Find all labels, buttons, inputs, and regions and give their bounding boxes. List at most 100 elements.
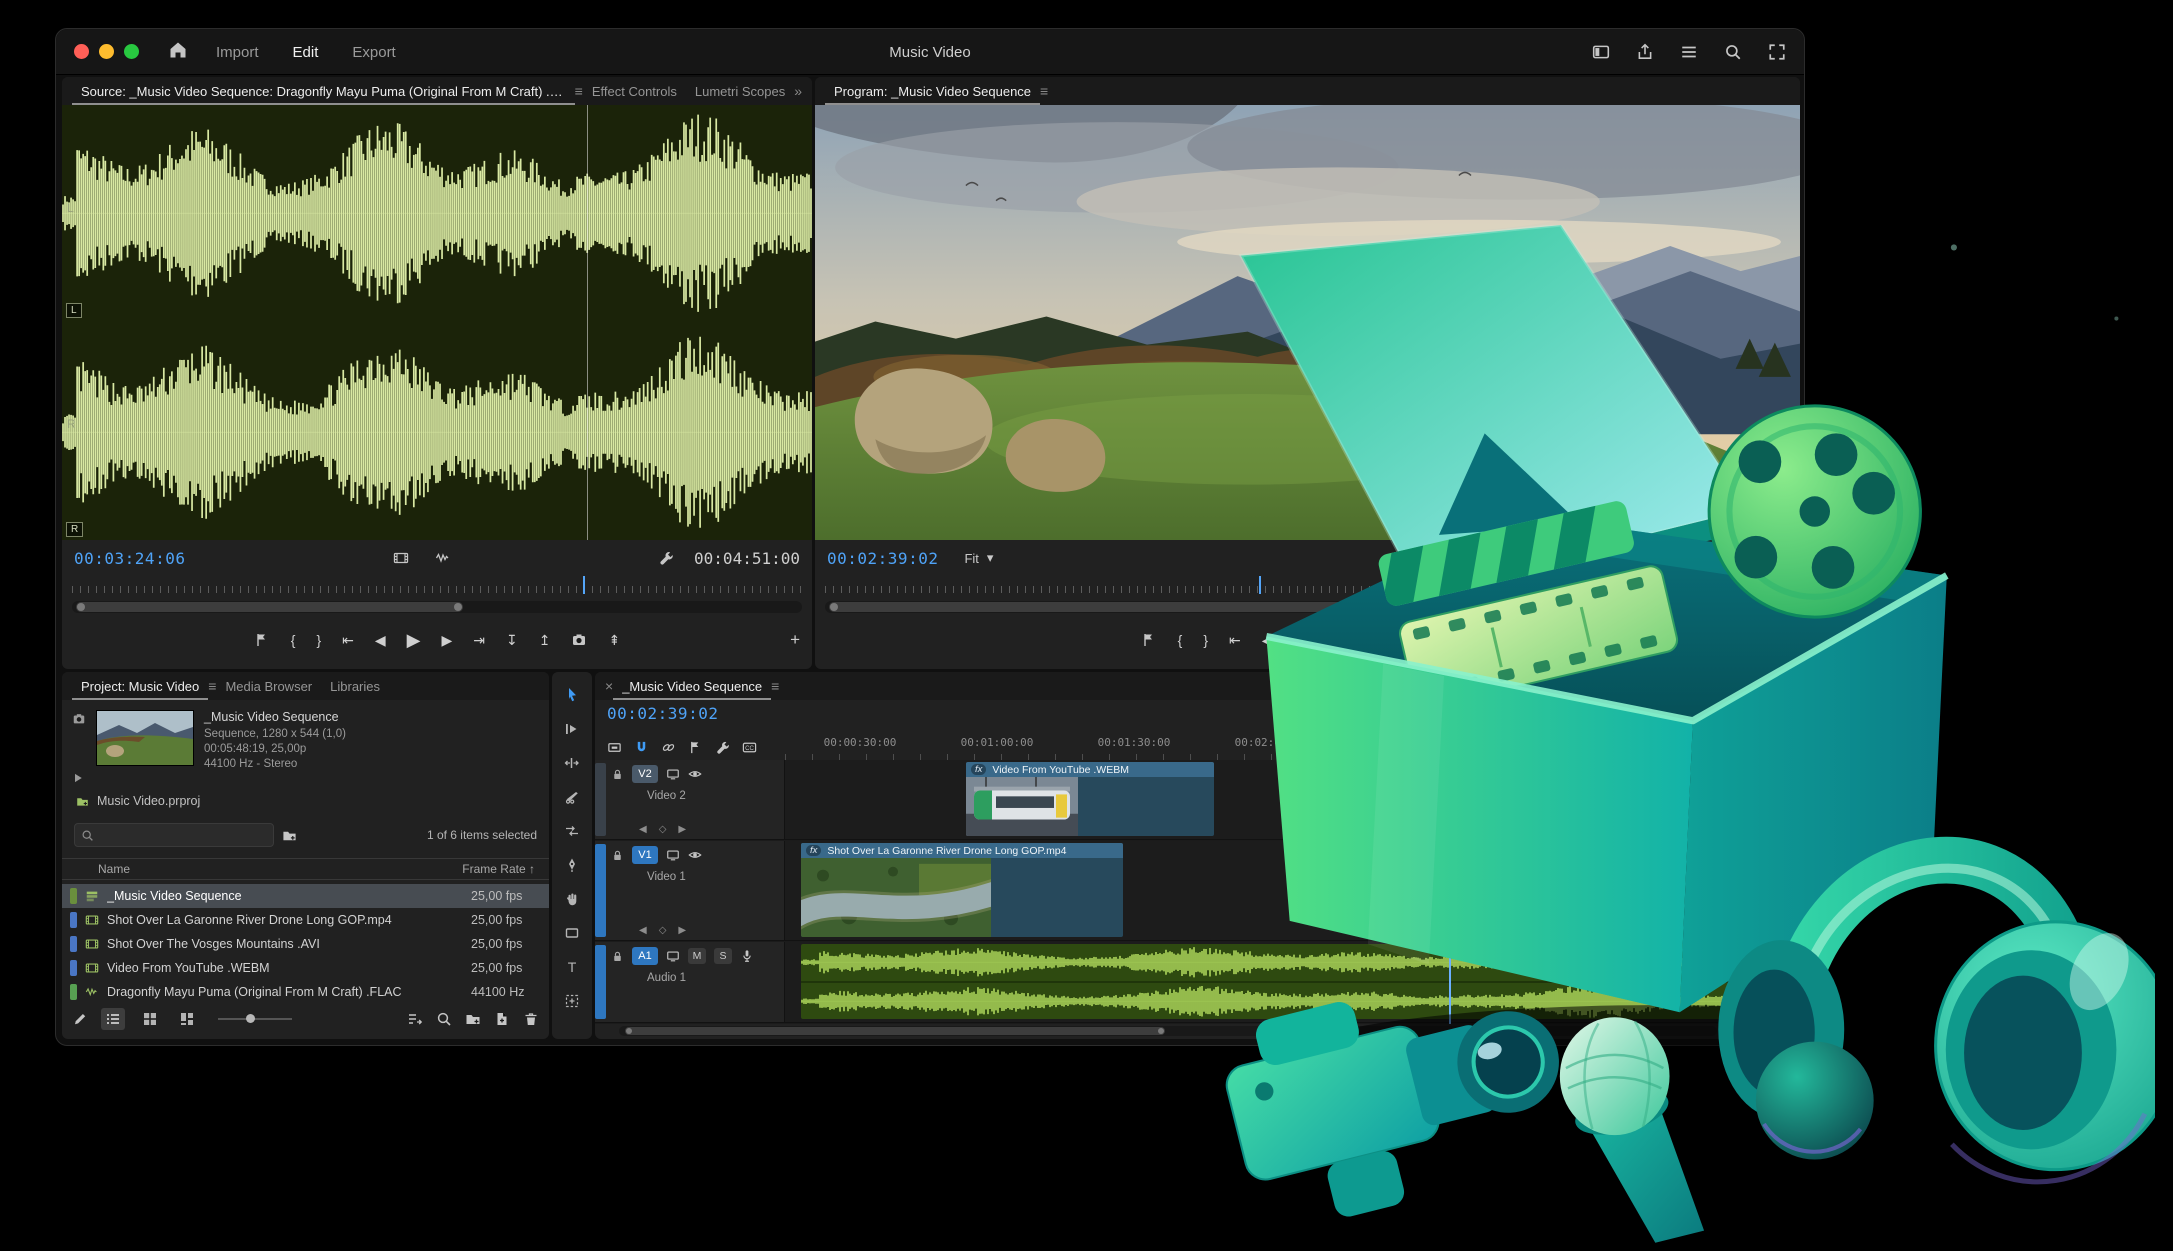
source-zoom-scrollbar[interactable] xyxy=(72,601,802,613)
minimize-window-button[interactable] xyxy=(99,44,114,59)
ripple-edit-tool[interactable] xyxy=(561,752,583,774)
tab-effect-controls[interactable]: Effect Controls xyxy=(583,77,686,105)
project-writable-pencil-icon[interactable] xyxy=(72,1011,88,1027)
poster-frame-camera-icon[interactable] xyxy=(72,712,86,726)
audio-waveform-display[interactable]: L R L R xyxy=(62,105,812,540)
quick-export-icon[interactable] xyxy=(1636,43,1654,61)
track-lock-icon[interactable] xyxy=(611,768,624,781)
tab-lumetri-scopes[interactable]: Lumetri Scopes xyxy=(686,77,794,105)
mute-track-button[interactable]: M xyxy=(688,948,706,964)
search-input[interactable] xyxy=(100,828,267,842)
preview-thumbnail[interactable] xyxy=(96,710,194,766)
timeline-current-timecode[interactable]: 00:02:39:02 xyxy=(607,704,718,723)
add-marker-icon[interactable] xyxy=(1141,632,1157,648)
search-field[interactable] xyxy=(74,823,274,847)
timeline-clip-v1[interactable]: fxShot Over La Garonne River Drone Long … xyxy=(801,843,1123,937)
tab-media-browser[interactable]: Media Browser xyxy=(216,672,321,700)
track-target-a1[interactable]: A1 xyxy=(632,947,658,965)
project-item-row[interactable]: Shot Over La Garonne River Drone Long GO… xyxy=(62,908,549,932)
panel-menu-icon[interactable]: ≡ xyxy=(771,678,779,694)
label-color-chip[interactable] xyxy=(70,912,77,928)
selection-tool[interactable] xyxy=(561,684,583,706)
snap-icon[interactable] xyxy=(634,740,649,755)
source-patch-a1[interactable] xyxy=(595,945,606,1019)
add-marker-icon[interactable] xyxy=(254,632,270,648)
more-tools-button[interactable] xyxy=(561,990,583,1012)
tab-edit[interactable]: Edit xyxy=(293,44,319,61)
source-patch-v1[interactable] xyxy=(595,844,606,937)
type-tool[interactable]: T xyxy=(561,956,583,978)
workspaces-icon[interactable] xyxy=(1592,43,1610,61)
track-lock-icon[interactable] xyxy=(611,950,624,963)
lift-button[interactable]: ⇞ xyxy=(608,632,620,649)
new-item-icon[interactable] xyxy=(494,1011,510,1027)
project-item-row[interactable]: Video From YouTube .WEBM25,00 fps xyxy=(62,956,549,980)
tab-export[interactable]: Export xyxy=(352,44,395,61)
play-button[interactable]: ▶ xyxy=(407,630,421,651)
add-keyframe-icon[interactable]: ◇ xyxy=(659,925,667,936)
icon-view-button[interactable] xyxy=(138,1008,162,1030)
add-marker-icon[interactable] xyxy=(688,740,703,755)
label-color-chip[interactable] xyxy=(70,960,77,976)
track-lock-icon[interactable] xyxy=(611,849,624,862)
source-current-timecode[interactable]: 00:03:24:06 xyxy=(74,549,185,568)
project-file-name[interactable]: Music Video.prproj xyxy=(97,794,200,808)
sync-lock-icon[interactable] xyxy=(666,848,680,862)
track-select-forward-tool[interactable] xyxy=(561,718,583,740)
track-target-v2[interactable]: V2 xyxy=(632,765,658,783)
prev-keyframe-icon[interactable]: ◀ xyxy=(639,824,647,835)
pen-tool[interactable] xyxy=(561,854,583,876)
drag-audio-only-icon[interactable] xyxy=(435,550,451,566)
step-forward-button[interactable]: ▶ xyxy=(442,632,453,649)
timeline-settings-wrench-icon[interactable] xyxy=(715,740,730,755)
step-back-button[interactable]: ◀ xyxy=(375,632,386,649)
column-header-frame-rate[interactable]: Frame Rate ↑ xyxy=(462,862,535,876)
preview-play-icon[interactable] xyxy=(72,772,86,784)
fullscreen-icon[interactable] xyxy=(1768,43,1786,61)
project-item-row[interactable]: _Music Video Sequence25,00 fps xyxy=(62,884,549,908)
automate-to-sequence-icon[interactable] xyxy=(407,1011,423,1027)
track-output-eye-icon[interactable] xyxy=(688,767,702,781)
sync-lock-icon[interactable] xyxy=(666,767,680,781)
drag-video-only-icon[interactable] xyxy=(393,550,409,566)
panel-menu-icon[interactable]: ≡ xyxy=(575,83,583,99)
nest-indicator-icon[interactable] xyxy=(607,740,622,755)
thumbnail-zoom-slider[interactable] xyxy=(218,1018,292,1020)
label-color-chip[interactable] xyxy=(70,984,77,1000)
tab-project[interactable]: Project: Music Video xyxy=(72,672,208,700)
freeform-view-button[interactable] xyxy=(175,1008,199,1030)
tab-overflow-icon[interactable]: » xyxy=(794,83,802,99)
next-keyframe-icon[interactable]: ▶ xyxy=(678,925,686,936)
new-bin-icon[interactable] xyxy=(465,1011,481,1027)
label-color-chip[interactable] xyxy=(70,888,77,904)
project-item-row[interactable]: Dragonfly Mayu Puma (Original From M Cra… xyxy=(62,980,549,1004)
solo-track-button[interactable]: S xyxy=(714,948,732,964)
panel-menu-icon[interactable]: ≡ xyxy=(208,678,216,694)
timeline-sequence-tab[interactable]: _Music Video Sequence xyxy=(613,672,771,700)
tab-import[interactable]: Import xyxy=(216,44,259,61)
new-search-bin-icon[interactable] xyxy=(282,828,297,843)
search-icon[interactable] xyxy=(1724,43,1742,61)
find-icon[interactable] xyxy=(436,1011,452,1027)
add-keyframe-icon[interactable]: ◇ xyxy=(659,824,667,835)
zoom-level-dropdown[interactable]: Fit▾ xyxy=(964,550,993,566)
linked-selection-icon[interactable] xyxy=(661,740,676,755)
track-output-eye-icon[interactable] xyxy=(688,848,702,862)
track-target-v1[interactable]: V1 xyxy=(632,846,658,864)
mark-out-button[interactable]: } xyxy=(316,632,321,648)
prev-keyframe-icon[interactable]: ◀ xyxy=(639,925,647,936)
go-to-in-button[interactable]: ⇤ xyxy=(342,632,354,649)
timeline-clip-v2[interactable]: fxVideo From YouTube .WEBM xyxy=(966,762,1214,836)
list-view-button[interactable] xyxy=(101,1008,125,1030)
next-keyframe-icon[interactable]: ▶ xyxy=(678,824,686,835)
hand-tool[interactable] xyxy=(561,888,583,910)
source-tab[interactable]: Source: _Music Video Sequence: Dragonfly… xyxy=(72,77,575,105)
project-item-row[interactable]: Shot Over The Vosges Mountains .AVI25,00… xyxy=(62,932,549,956)
button-editor-plus[interactable]: + xyxy=(790,630,800,650)
program-current-timecode[interactable]: 00:02:39:02 xyxy=(827,549,938,568)
overwrite-button[interactable]: ↥ xyxy=(539,632,551,649)
source-playhead-line[interactable] xyxy=(587,105,588,540)
source-settings-wrench-icon[interactable] xyxy=(658,550,674,566)
voiceover-mic-icon[interactable] xyxy=(740,949,754,963)
close-icon[interactable]: × xyxy=(605,678,613,694)
